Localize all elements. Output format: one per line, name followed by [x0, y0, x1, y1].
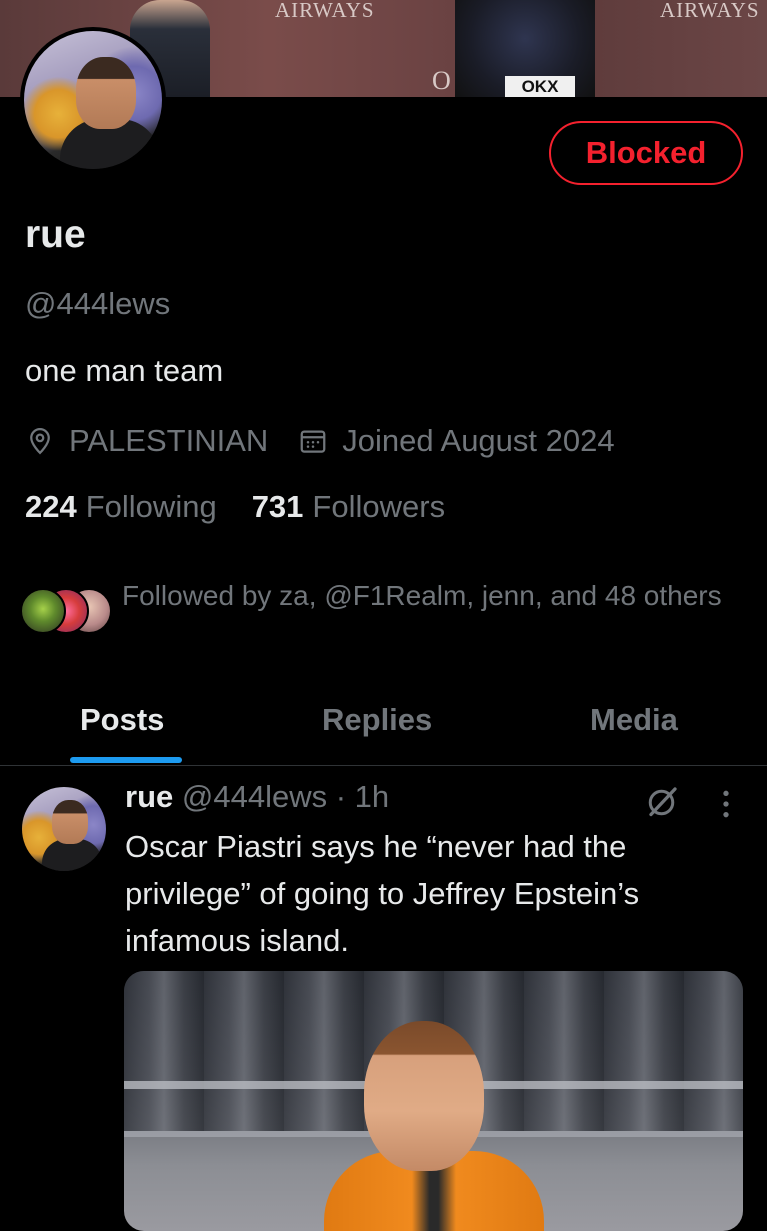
profile-location: PALESTINIAN: [69, 423, 269, 458]
followed-by-avatars[interactable]: [20, 588, 112, 636]
profile-handle: @444lews: [25, 286, 171, 321]
post-author-name[interactable]: rue: [125, 779, 173, 814]
profile-meta: PALESTINIAN Joined August 2024: [25, 421, 615, 461]
following-stat[interactable]: 224 Following: [25, 489, 217, 525]
profile-avatar[interactable]: [20, 27, 166, 173]
banner-logo-okx: OKX: [505, 76, 575, 97]
banner-text-airways-right: AIRWAYS: [660, 0, 760, 22]
profile-stats: 224 Following 731 Followers: [25, 489, 445, 525]
followed-by-text[interactable]: Followed by za, @F1Realm, jenn, and 48 o…: [122, 575, 722, 616]
post-author-handle[interactable]: @444lews: [182, 779, 327, 814]
followers-stat[interactable]: 731 Followers: [252, 489, 445, 525]
profile-name: rue: [25, 213, 86, 256]
post-image[interactable]: [124, 971, 743, 1231]
followers-count: 731: [251, 489, 304, 524]
tab-media[interactable]: Media: [590, 702, 678, 738]
profile-tabs: Posts Replies Media: [0, 690, 767, 766]
post-header: rue @444lews · 1h: [125, 779, 389, 815]
blocked-button[interactable]: Blocked: [549, 121, 743, 185]
more-options-icon[interactable]: [718, 788, 734, 820]
post-author-avatar[interactable]: [22, 787, 106, 871]
followers-label: Followers: [312, 489, 446, 524]
profile-bio: one man team: [25, 353, 224, 388]
image-driver-face: [364, 1021, 484, 1171]
avatar-head: [76, 57, 136, 129]
profile-joined-date: Joined August 2024: [342, 423, 615, 458]
post-timestamp[interactable]: · 1h: [336, 779, 389, 814]
follower-avatar-1: [20, 588, 66, 634]
post-text: Oscar Piastri says he “never had the pri…: [125, 829, 640, 958]
post-avatar-head: [52, 800, 88, 844]
location-pin-icon: [30, 427, 50, 455]
tab-posts[interactable]: Posts: [80, 702, 164, 738]
calendar-icon: [300, 430, 326, 453]
banner-text-airways-left: AIRWAYS: [275, 0, 375, 22]
tab-replies[interactable]: Replies: [322, 702, 432, 738]
active-tab-indicator: [70, 757, 182, 763]
banner-logo-o: O: [432, 66, 451, 95]
following-label: Following: [85, 489, 217, 524]
following-count: 224: [25, 489, 77, 524]
grok-icon[interactable]: [645, 783, 681, 819]
